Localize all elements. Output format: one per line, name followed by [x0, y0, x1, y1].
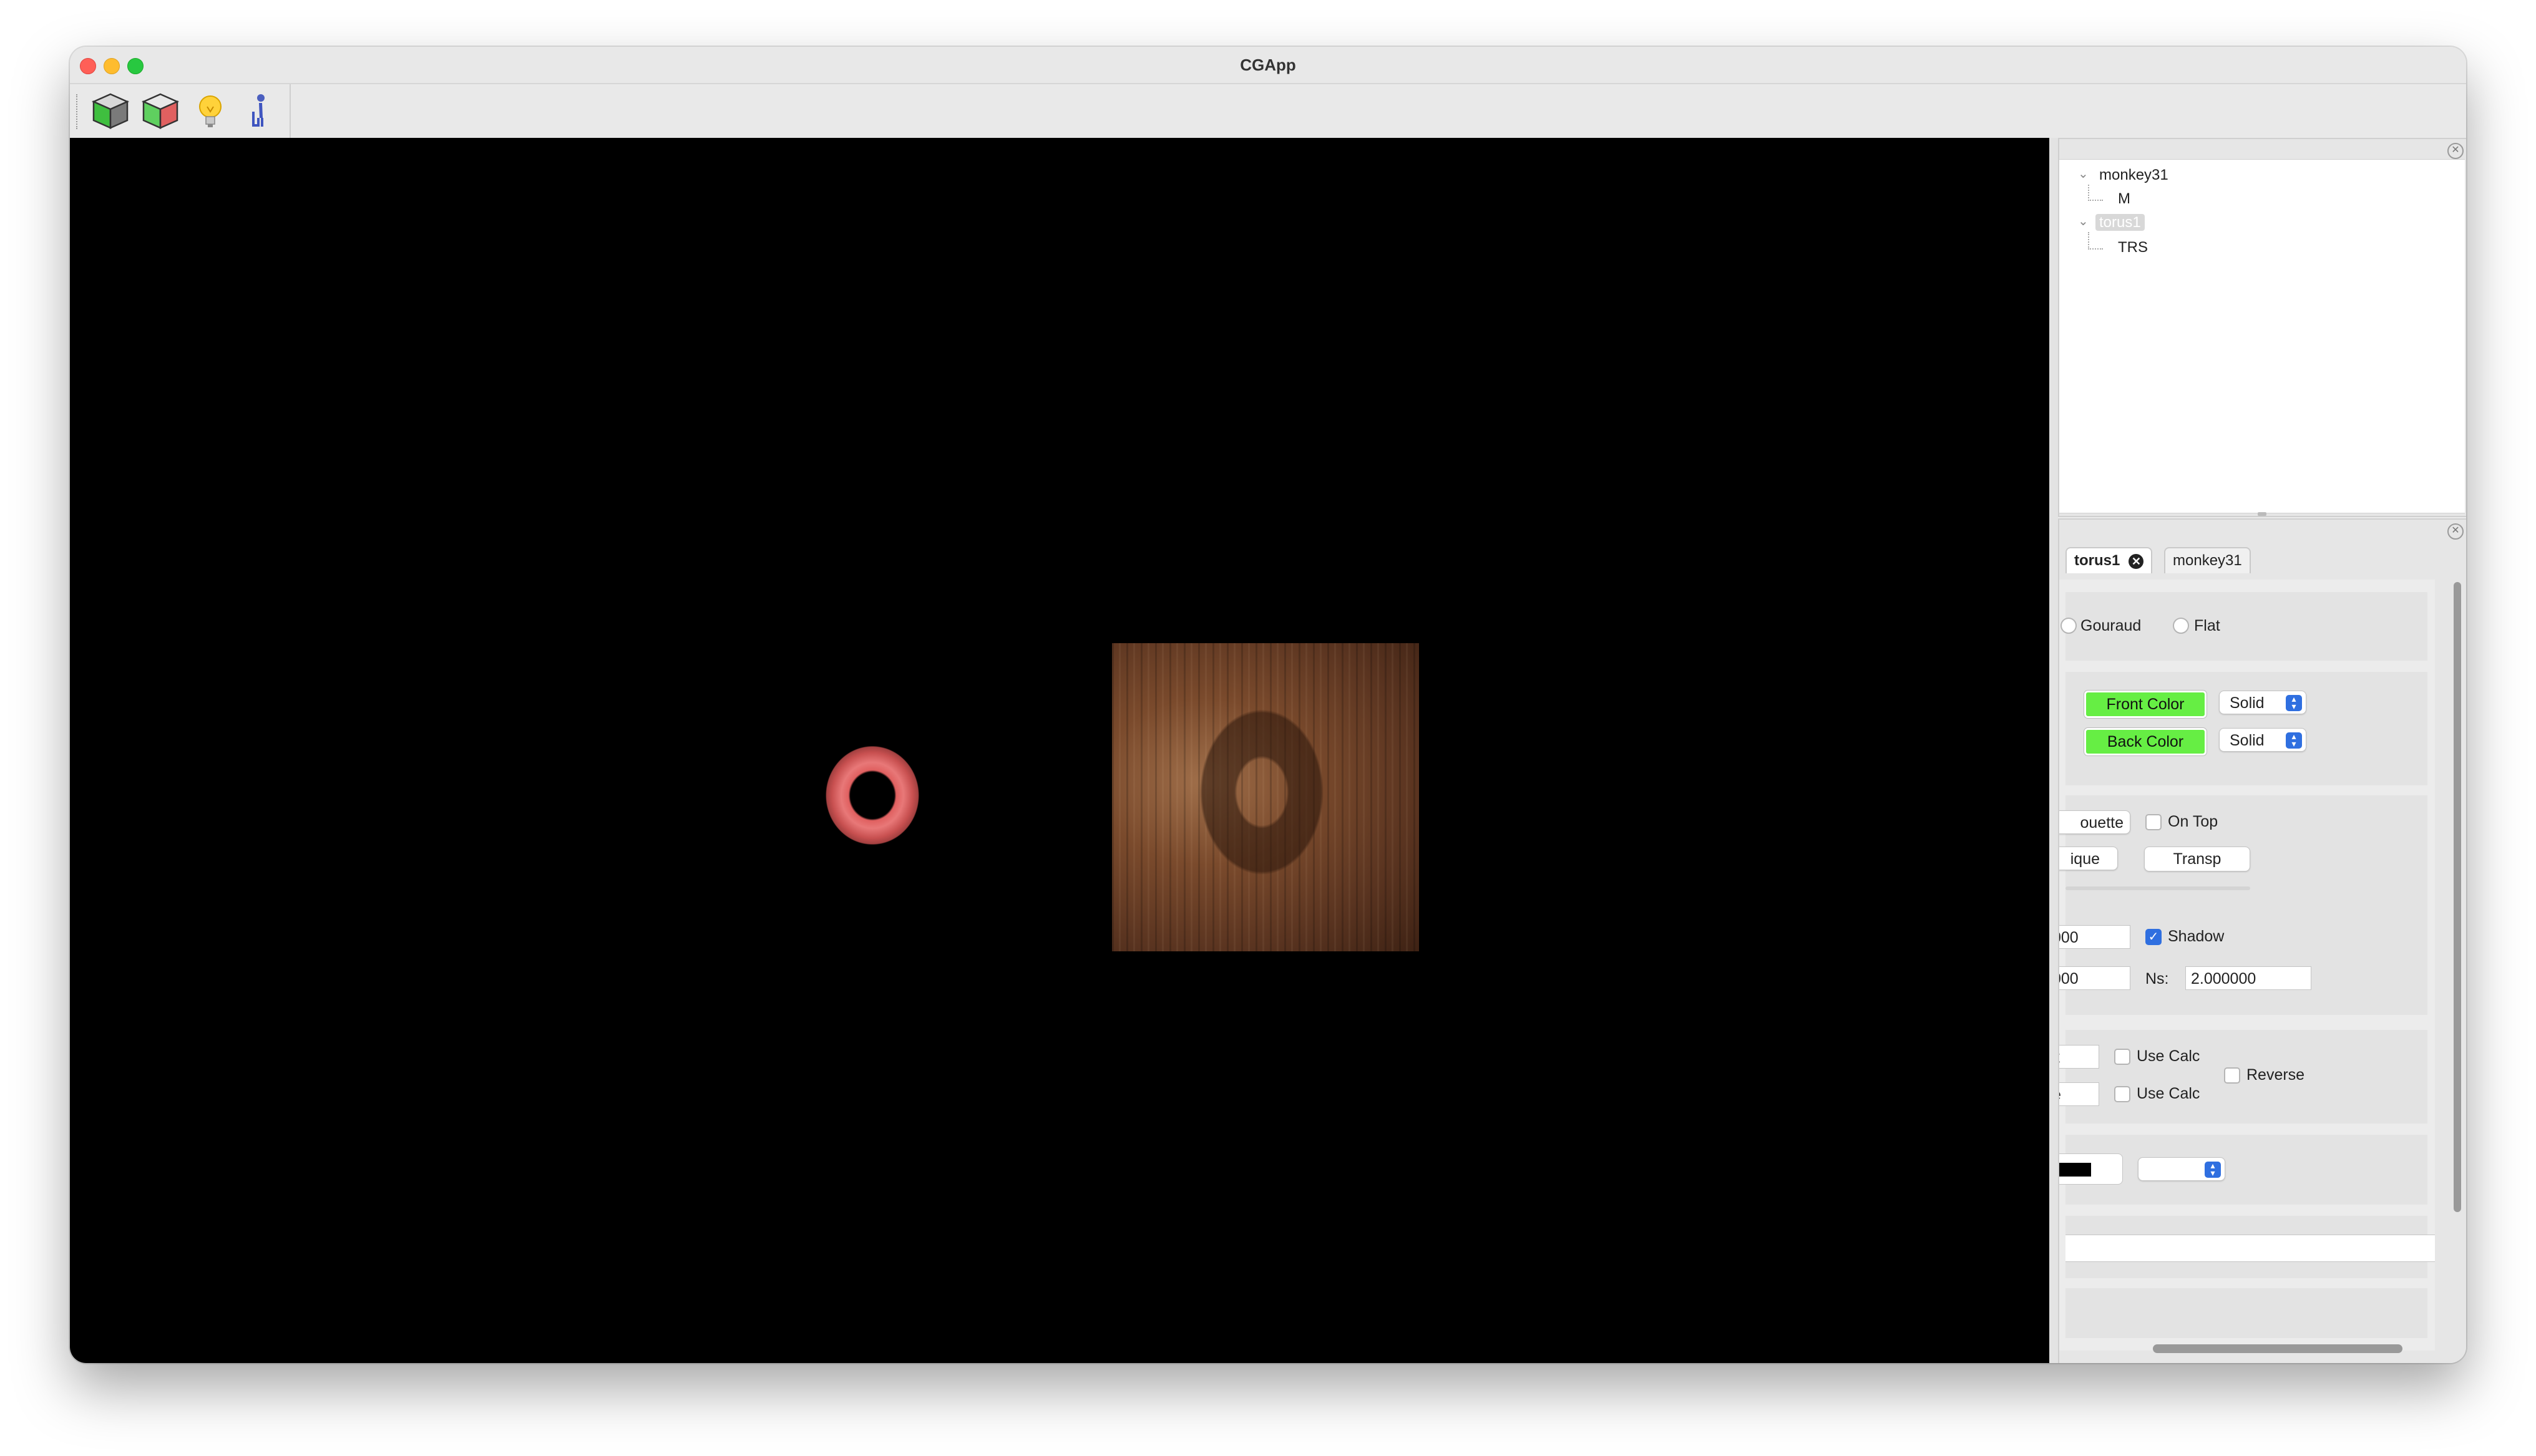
wood-textured-object[interactable] — [1112, 643, 1419, 951]
tab-label: monkey31 — [2173, 552, 2242, 569]
material-value-field-1[interactable]: 000 — [2059, 925, 2130, 949]
transparency-slider[interactable] — [2065, 886, 2250, 890]
back-color-mode-select[interactable]: Solid ▴ ▾ — [2219, 728, 2306, 752]
back-color-button[interactable]: Back Color — [2084, 728, 2207, 755]
person-icon[interactable] — [237, 89, 281, 133]
tree-item-label: torus1 — [2095, 214, 2145, 231]
properties-dock: ✕ torus1 ✕ monkey31 Gouraud Flat Front Co… — [2058, 518, 2466, 1363]
flat-radio[interactable] — [2173, 618, 2189, 634]
app-window: CGApp ✕ ⌄ monkey31 M ⌄ torus1 TRS ✕ toru… — [70, 47, 2466, 1363]
vertical-scrollbar[interactable] — [2454, 582, 2461, 1212]
tab-torus1[interactable]: torus1 ✕ — [2065, 547, 2153, 573]
close-tab-icon[interactable]: ✕ — [2129, 553, 2144, 569]
transp-button[interactable]: Transp — [2144, 847, 2250, 871]
tree-item-torus1[interactable]: torus1 — [2095, 212, 2145, 233]
wood-torus-shadow — [1174, 684, 1349, 909]
gouraud-radio[interactable] — [2060, 618, 2077, 634]
swatch-mode-select[interactable]: ▴ ▾ — [2138, 1157, 2225, 1181]
shaded-cube-icon[interactable] — [139, 89, 182, 133]
shadow-checkbox[interactable]: ✓ — [2145, 929, 2162, 945]
front-color-mode-select[interactable]: Solid ▴ ▾ — [2219, 691, 2306, 714]
color-swatch — [2059, 1163, 2091, 1177]
tree-connector — [2088, 185, 2103, 201]
properties-panel: Gouraud Flat Front Color Solid ▴ ▾ Back C… — [2059, 580, 2435, 1351]
ns-label: Ns: — [2145, 970, 2169, 988]
opaque-button[interactable]: ique — [2059, 847, 2118, 870]
properties-tabbar: torus1 ✕ monkey31 — [2065, 547, 2452, 577]
toolbar — [70, 84, 2466, 139]
title-bar: CGApp — [70, 47, 2466, 84]
select-value: Solid — [2230, 694, 2265, 712]
chevron-updown-icon: ▴ ▾ — [2286, 694, 2302, 711]
use-calc-checkbox-2[interactable] — [2114, 1086, 2130, 1102]
chevron-updown-icon: ▴ ▾ — [2205, 1161, 2221, 1178]
3d-viewport[interactable] — [70, 138, 2049, 1363]
scene-tree[interactable]: ⌄ monkey31 M ⌄ torus1 TRS — [2059, 159, 2465, 513]
tree-item-m[interactable]: M — [2118, 188, 2130, 210]
use-calc-checkbox-1[interactable] — [2114, 1049, 2130, 1065]
dock-resize-handle[interactable] — [2258, 512, 2266, 516]
select-value: Solid — [2230, 732, 2265, 749]
dock-splitter[interactable] — [2049, 138, 2058, 1363]
horizontal-scrollbar[interactable] — [2153, 1344, 2402, 1353]
text-field-group — [2065, 1216, 2435, 1278]
color-swatch-button[interactable] — [2059, 1153, 2123, 1185]
on-top-checkbox[interactable] — [2145, 814, 2162, 830]
tree-item-monkey31[interactable]: monkey31 — [2099, 165, 2168, 186]
texcoord-field-2[interactable]: e — [2059, 1082, 2099, 1106]
scene-tree-dock: ✕ ⌄ monkey31 M ⌄ torus1 TRS — [2058, 138, 2466, 517]
render-group: ouette On Top ique Transp 000 ✓ Shadow 0… — [2059, 795, 2427, 1015]
on-top-label: On Top — [2168, 813, 2218, 830]
window-title: CGApp — [1240, 56, 1296, 74]
color-group: Front Color Solid ▴ ▾ Back Color Solid ▴ ▾ — [2065, 672, 2427, 785]
lightbulb-icon[interactable] — [188, 89, 232, 133]
reverse-label: Reverse — [2246, 1066, 2305, 1084]
silhouette-button[interactable]: ouette — [2059, 810, 2130, 834]
shadow-label: Shadow — [2168, 928, 2225, 945]
gouraud-label: Gouraud — [2080, 617, 2142, 634]
use-calc-label-2: Use Calc — [2137, 1085, 2200, 1102]
tree-item-trs[interactable]: TRS — [2118, 237, 2148, 258]
material-value-field-2[interactable]: 000 — [2059, 966, 2130, 990]
chevron-down-icon[interactable]: ⌄ — [2078, 166, 2089, 182]
close-icon[interactable]: ✕ — [2447, 143, 2464, 159]
texcoord-group: x Use Calc e Use Calc Reverse — [2059, 1030, 2427, 1124]
empty-group — [2065, 1288, 2427, 1338]
wide-text-field[interactable] — [2065, 1235, 2435, 1262]
reverse-checkbox[interactable] — [2224, 1067, 2240, 1084]
use-calc-label-1: Use Calc — [2137, 1047, 2200, 1065]
shading-group: Gouraud Flat — [2060, 592, 2427, 661]
green-cube-icon[interactable] — [89, 89, 132, 133]
toolbar-separator — [290, 84, 291, 138]
tab-monkey31[interactable]: monkey31 — [2164, 547, 2251, 573]
ns-field[interactable]: 2.000000 — [2185, 966, 2311, 990]
chevron-down-icon[interactable]: ⌄ — [2078, 213, 2089, 229]
tree-connector — [2088, 232, 2103, 250]
front-color-button[interactable]: Front Color — [2084, 691, 2207, 718]
close-icon[interactable]: ✕ — [2447, 523, 2464, 540]
toolbar-grip[interactable] — [76, 94, 80, 129]
flat-label: Flat — [2194, 617, 2220, 634]
swatch-group: ▴ ▾ — [2059, 1135, 2427, 1205]
texcoord-field-1[interactable]: x — [2059, 1045, 2099, 1069]
torus-object[interactable] — [812, 727, 937, 864]
chevron-updown-icon: ▴ ▾ — [2286, 732, 2302, 749]
tab-label: torus1 — [2074, 552, 2120, 569]
